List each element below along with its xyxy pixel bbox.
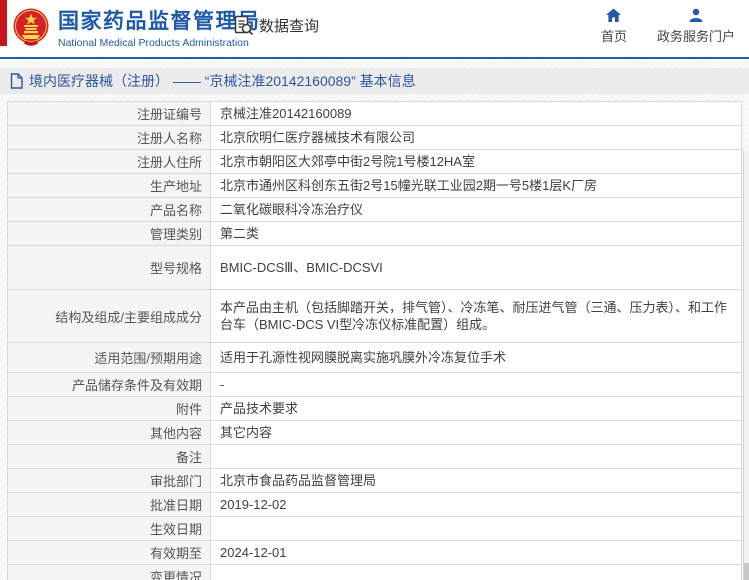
field-value: 产品技术要求 [220,401,299,416]
field-label: 生效日期 [8,517,211,540]
vertical-scrollbar[interactable] [743,150,749,580]
user-icon [688,8,704,23]
field-value: 北京市朝阳区大郊亭中街2号院1号楼12HA室 [220,154,475,169]
table-row: 其他内容 其它内容 [8,421,741,445]
nav-home-label: 首页 [600,29,627,44]
field-label: 型号规格 [8,246,211,289]
table-row: 附件 产品技术要求 [8,397,741,421]
breadcrumb: 境内医疗器械（注册） —— “京械注准20142160089” 基本信息 [0,68,749,94]
field-label: 其他内容 [8,421,211,444]
field-value [211,517,741,540]
nav-gov-portal-label: 政务服务门户 [656,29,735,44]
data-query-label: 数据查询 [259,18,320,35]
table-row: 管理类别 第二类 [8,222,741,246]
table-row: 批准日期 2019-12-02 [8,493,741,517]
document-search-icon [233,15,254,36]
field-value: 本产品由主机（包括脚踏开关，排气管）、冷冻笔、耐压进气管（三通、压力表）、和工作… [220,300,728,332]
field-label: 备注 [8,445,211,468]
table-row: 备注 [8,445,741,469]
field-label: 变更情况 [8,565,211,580]
table-row: 型号规格 BMIC-DCSⅢ、BMIC-DCSVI [8,246,741,290]
registration-info-table: 注册证编号 京械注准20142160089 注册人名称 北京欣明仁医疗器械技术有限公司… [7,101,742,580]
table-row: 注册人住所 北京市朝阳区大郊亭中街2号院1号楼12HA室 [8,150,741,174]
table-row: 注册人名称 北京欣明仁医疗器械技术有限公司 [8,126,741,150]
field-value: 第二类 [220,226,260,241]
field-label: 审批部门 [8,469,211,492]
brand[interactable]: 国家药品监督管理局 National Medical Products Admi… [12,5,261,49]
site-header: 国家药品监督管理局 National Medical Products Admi… [0,0,749,57]
field-label: 产品名称 [8,198,211,221]
table-row: 生产地址 北京市通州区科创东五街2号15幢光联工业园2期一号5楼1层K厂房 [8,174,741,198]
breadcrumb-text: 境内医疗器械（注册） —— “京械注准20142160089” 基本信息 [29,73,416,89]
field-label: 注册证编号 [8,102,211,125]
table-row: 产品储存条件及有效期 - [8,373,741,397]
table-row: 生效日期 [8,517,741,541]
field-label: 附件 [8,397,211,420]
field-value: 京械注准20142160089 [220,106,352,121]
field-value: 北京欣明仁医疗器械技术有限公司 [220,130,416,145]
field-label: 结构及组成/主要组成成分 [8,290,211,342]
field-label: 适用范围/预期用途 [8,343,211,372]
nav-home[interactable]: 首页 [601,8,627,45]
agency-name-en: National Medical Products Administration [58,37,249,49]
table-row: 注册证编号 京械注准20142160089 [8,102,741,126]
field-label: 批准日期 [8,493,211,516]
table-row: 有效期至 2024-12-01 [8,541,741,565]
left-red-accent-bar [0,0,7,46]
table-row: 结构及组成/主要组成成分 本产品由主机（包括脚踏开关，排气管）、冷冻笔、耐压进气管… [8,290,741,343]
field-label: 注册人住所 [8,150,211,173]
table-row: 变更情况 [8,565,741,580]
page-content: 境内医疗器械（注册） —— “京械注准20142160089” 基本信息 注册证… [0,59,749,580]
field-value: BMIC-DCSⅢ、BMIC-DCSVI [220,260,383,275]
top-nav: 首页 政务服务门户 [601,8,735,45]
national-emblem-icon [12,7,50,47]
field-label: 注册人名称 [8,126,211,149]
field-value: 北京市通州区科创东五街2号15幢光联工业园2期一号5楼1层K厂房 [220,178,598,193]
data-query-section[interactable]: 数据查询 [233,15,319,36]
field-value [211,445,741,468]
field-value: 二氧化碳眼科冷冻治疗仪 [220,202,364,217]
field-value: 2024-12-01 [220,545,287,560]
home-icon [605,8,622,23]
agency-name-cn: 国家药品监督管理局 [58,10,261,33]
field-value: 北京市食品药品监督管理局 [220,473,377,488]
field-value [211,565,741,580]
table-row: 产品名称 二氧化碳眼科冷冻治疗仪 [8,198,741,222]
field-label: 管理类别 [8,222,211,245]
field-label: 生产地址 [8,174,211,197]
field-value: - [220,377,225,392]
document-icon [10,73,23,89]
scrollbar-thumb[interactable] [744,563,749,580]
field-label: 产品储存条件及有效期 [8,373,211,396]
field-value: 其它内容 [220,425,273,440]
field-value: 2019-12-02 [220,497,287,512]
nav-gov-portal[interactable]: 政务服务门户 [657,8,735,45]
table-row: 审批部门 北京市食品药品监督管理局 [8,469,741,493]
table-row: 适用范围/预期用途 适用于孔源性视网膜脱离实施巩膜外冷冻复位手术 [8,343,741,373]
field-label: 有效期至 [8,541,211,564]
field-value: 适用于孔源性视网膜脱离实施巩膜外冷冻复位手术 [220,350,507,365]
